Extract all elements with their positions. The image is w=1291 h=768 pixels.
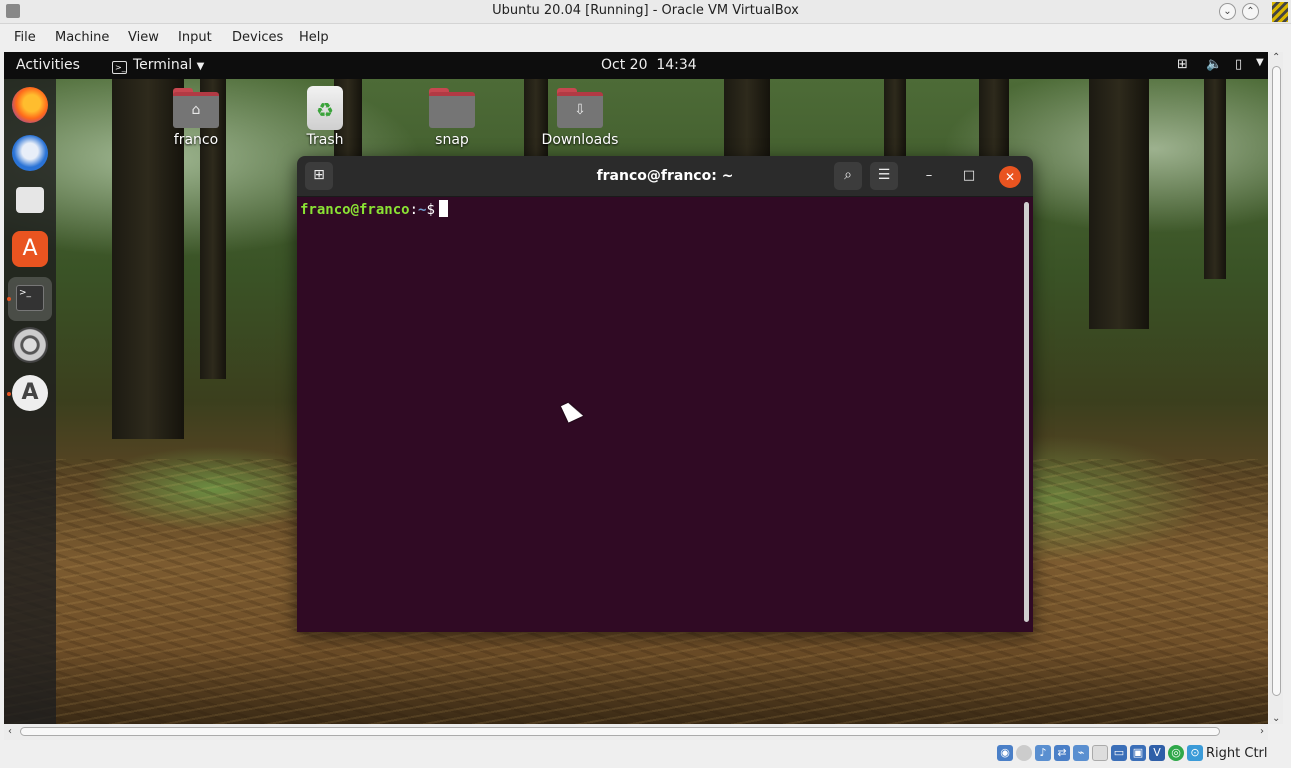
host-menu-bar: File Machine View Input Devices Help <box>0 24 1291 52</box>
thunderbird-icon[interactable] <box>12 135 48 171</box>
host-minimize-button[interactable]: ⌄ <box>1219 3 1236 20</box>
desktop-icon-snap[interactable]: snap <box>407 88 497 148</box>
software-icon[interactable]: A <box>12 231 48 267</box>
video-capture-icon[interactable]: ▣ <box>1130 745 1146 761</box>
desktop-icon-label: snap <box>435 132 469 148</box>
hard-disk-icon[interactable]: ◉ <box>997 745 1013 761</box>
prompt-user: franco@franco <box>300 202 410 218</box>
guest-additions-icon[interactable]: ◎ <box>1168 745 1184 761</box>
running-indicator <box>7 297 11 301</box>
tree-trunk <box>1204 79 1226 279</box>
home-folder-icon: ⌂ <box>173 88 219 128</box>
terminal-app-icon: >_ <box>112 61 127 74</box>
dock: A >_ A <box>4 79 56 724</box>
menu-view[interactable]: View <box>128 30 159 45</box>
scroll-down-icon[interactable]: ⌄ <box>1272 713 1280 724</box>
mouse-integration-icon[interactable]: ⊙ <box>1187 745 1203 761</box>
host-maximize-button[interactable]: ⌃ <box>1242 3 1259 20</box>
close-button[interactable]: ✕ <box>999 166 1021 188</box>
settings-icon[interactable] <box>12 327 48 363</box>
host-horizontal-scrollbar[interactable]: ‹ › <box>4 724 1268 740</box>
host-vertical-scrollbar[interactable]: ⌃ ⌄ <box>1269 52 1283 724</box>
terminal-header-bar[interactable]: ⊞ franco@franco: ~ ⌕ ☰ – □ ✕ <box>297 156 1033 197</box>
terminal-content[interactable]: franco@franco:~$ <box>297 197 1033 632</box>
search-icon: ⌕ <box>844 167 852 183</box>
software-updater-icon[interactable]: A <box>12 375 48 411</box>
scroll-right-icon[interactable]: › <box>1260 726 1264 737</box>
terminal-icon: >_ <box>16 285 44 311</box>
menu-icon: ☰ <box>877 167 891 183</box>
tree-trunk <box>1089 79 1149 329</box>
horizontal-scroll-thumb[interactable] <box>20 727 1220 736</box>
shared-folders-icon[interactable] <box>1092 745 1108 761</box>
host-close-button[interactable] <box>1272 2 1288 22</box>
scroll-left-icon[interactable]: ‹ <box>8 726 12 737</box>
shell-prompt: franco@franco:~$ <box>300 200 448 218</box>
chevron-down-icon[interactable]: ▼ <box>1256 57 1264 68</box>
search-button[interactable]: ⌕ <box>834 162 862 190</box>
optical-drive-icon[interactable] <box>1016 745 1032 761</box>
menu-machine[interactable]: Machine <box>55 30 109 45</box>
menu-help[interactable]: Help <box>299 30 329 45</box>
downloads-folder-icon: ⇩ <box>557 88 603 128</box>
folder-icon <box>429 88 475 128</box>
desktop-icon-label: Downloads <box>541 132 619 148</box>
app-menu[interactable]: >_ Terminal ▼ <box>112 57 204 74</box>
prompt-separator: : <box>409 202 419 218</box>
clock[interactable]: Oct 20 14:34 <box>601 57 697 73</box>
vm-display[interactable]: Activities >_ Terminal ▼ Oct 20 14:34 ⊞ 🔈… <box>4 52 1268 724</box>
host-title-bar: Ubuntu 20.04 [Running] - Oracle VM Virtu… <box>0 0 1291 24</box>
display-icon[interactable]: ▭ <box>1111 745 1127 761</box>
trash-icon: ♻ <box>307 86 343 130</box>
terminal-window[interactable]: ⊞ franco@franco: ~ ⌕ ☰ – □ ✕ franco@fran… <box>297 156 1033 632</box>
desktop-icon-downloads[interactable]: ⇩ Downloads <box>535 88 625 148</box>
terminal-icon-highlight[interactable]: >_ <box>8 277 52 321</box>
gnome-top-bar: Activities >_ Terminal ▼ Oct 20 14:34 ⊞ 🔈… <box>4 52 1268 79</box>
host-status-bar: ◉ ♪ ⇄ ⌁ ▭ ▣ V ◎ ⊙ Right Ctrl <box>0 740 1291 768</box>
menu-file[interactable]: File <box>14 30 36 45</box>
desktop-icon-home[interactable]: ⌂ franco <box>151 88 241 148</box>
hamburger-menu-button[interactable]: ☰ <box>870 162 898 190</box>
app-menu-label: Terminal <box>133 57 193 73</box>
maximize-button[interactable]: □ <box>959 166 979 186</box>
activities-button[interactable]: Activities <box>16 57 80 73</box>
menu-devices[interactable]: Devices <box>232 30 283 45</box>
desktop-icon-label: franco <box>173 132 219 148</box>
battery-icon[interactable]: ▯ <box>1235 57 1242 72</box>
vertical-scroll-thumb[interactable] <box>1272 66 1281 696</box>
host-key-label: Right Ctrl <box>1206 746 1268 761</box>
network-adapter-icon[interactable]: ⇄ <box>1054 745 1070 761</box>
terminal-scrollbar[interactable] <box>1024 202 1029 622</box>
prompt-symbol: $ <box>426 202 435 218</box>
network-icon[interactable]: ⊞ <box>1177 57 1188 72</box>
files-icon[interactable] <box>16 187 44 213</box>
tree-trunk <box>884 79 906 159</box>
host-window-title: Ubuntu 20.04 [Running] - Oracle VM Virtu… <box>492 3 799 18</box>
virtualization-icon[interactable]: V <box>1149 745 1165 761</box>
running-indicator <box>7 392 11 396</box>
audio-icon[interactable]: ♪ <box>1035 745 1051 761</box>
desktop-icon-trash[interactable]: ♻ Trash <box>280 86 370 148</box>
text-cursor <box>438 200 448 217</box>
usb-icon[interactable]: ⌁ <box>1073 745 1089 761</box>
desktop-icon-label: Trash <box>306 132 344 148</box>
firefox-icon[interactable] <box>12 87 48 123</box>
menu-input[interactable]: Input <box>178 30 212 45</box>
scroll-up-icon[interactable]: ⌃ <box>1272 52 1280 63</box>
chevron-down-icon: ▼ <box>196 61 205 72</box>
minimize-button[interactable]: – <box>919 166 939 186</box>
volume-icon[interactable]: 🔈 <box>1206 57 1222 72</box>
